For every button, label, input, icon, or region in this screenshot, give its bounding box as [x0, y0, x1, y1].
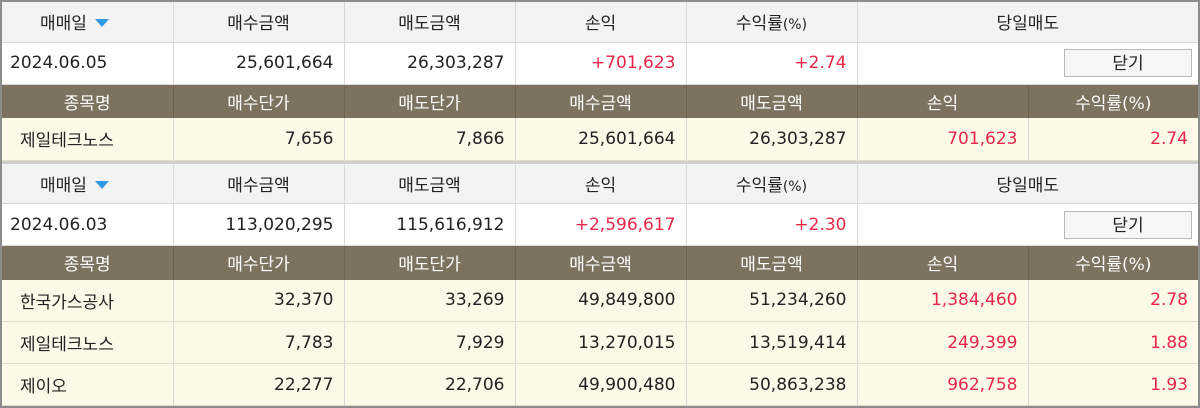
stock-name: 제일테크노스 — [2, 321, 174, 364]
buy-price: 7,783 — [173, 321, 345, 364]
trade-day-block: 매매일 매수금액 매도금액 손익 수익률(%) 당일매도 2024.06.05 … — [2, 2, 1198, 161]
trade-history-panel: 매매일 매수금액 매도금액 손익 수익률(%) 당일매도 2024.06.05 … — [0, 0, 1200, 408]
sell-amount-header: 매도금액 — [344, 163, 516, 204]
day-sell-header: 당일매도 — [857, 2, 1198, 43]
sort-trade-date-header[interactable]: 매매일 — [2, 2, 174, 43]
profit: 962,758 — [857, 363, 1029, 406]
col-buy-amount: 매수금액 — [515, 245, 687, 280]
col-sell-amount: 매도금액 — [686, 84, 858, 118]
sell-amount: 26,303,287 — [686, 118, 858, 161]
detail-header-row: 종목명 매수단가 매도단가 매수금액 매도금액 손익 수익률(%) — [2, 84, 1198, 118]
total-rate: +2.30 — [686, 203, 858, 246]
col-sell-amount: 매도금액 — [686, 245, 858, 280]
day-sell-header: 당일매도 — [857, 163, 1198, 204]
sell-amount: 50,863,238 — [686, 363, 858, 406]
sell-amount: 51,234,260 — [686, 279, 858, 322]
total-profit: +2,596,617 — [515, 203, 687, 246]
col-profit: 손익 — [857, 84, 1029, 118]
profit-header: 손익 — [515, 2, 687, 43]
trade-date: 2024.06.03 — [2, 203, 174, 246]
rate: 2.74 — [1028, 118, 1198, 161]
col-sell-price: 매도단가 — [344, 84, 516, 118]
trade-date-label: 매매일 — [40, 175, 87, 196]
table-row[interactable]: 제일테크노스 7,783 7,929 13,270,015 13,519,414… — [2, 321, 1198, 364]
col-profit: 손익 — [857, 245, 1029, 280]
trade-date-label: 매매일 — [40, 14, 87, 35]
table-row[interactable]: 한국가스공사 32,370 33,269 49,849,800 51,234,2… — [2, 279, 1198, 322]
rate: 1.88 — [1028, 321, 1198, 364]
sell-price: 7,929 — [344, 321, 516, 364]
total-profit: +701,623 — [515, 42, 687, 85]
total-sell-amount: 26,303,287 — [344, 42, 516, 85]
close-button[interactable]: 닫기 — [1064, 210, 1192, 239]
total-buy-amount: 25,601,664 — [173, 42, 345, 85]
sort-down-triangle-icon — [94, 19, 109, 28]
summary-row: 2024.06.03 113,020,295 115,616,912 +2,59… — [2, 203, 1198, 246]
summary-header-row: 매매일 매수금액 매도금액 손익 수익률(%) 당일매도 — [2, 163, 1198, 204]
total-sell-amount: 115,616,912 — [344, 203, 516, 246]
table-row[interactable]: 제이오 22,277 22,706 49,900,480 50,863,238 … — [2, 363, 1198, 406]
sort-trade-date-header[interactable]: 매매일 — [2, 163, 174, 204]
profit: 701,623 — [857, 118, 1029, 161]
col-buy-price: 매수단가 — [173, 84, 345, 118]
buy-amount-header: 매수금액 — [173, 2, 345, 43]
buy-price: 22,277 — [173, 363, 345, 406]
buy-amount: 49,900,480 — [515, 363, 687, 406]
close-button-cell: 닫기 — [857, 203, 1198, 246]
buy-amount-header: 매수금액 — [173, 163, 345, 204]
col-rate: 수익률(%) — [1075, 93, 1152, 114]
rate-header: 수익률(%) — [686, 2, 858, 43]
summary-row: 2024.06.05 25,601,664 26,303,287 +701,62… — [2, 42, 1198, 85]
close-button-cell: 닫기 — [857, 42, 1198, 85]
sell-amount-header: 매도금액 — [344, 2, 516, 43]
total-buy-amount: 113,020,295 — [173, 203, 345, 246]
col-buy-amount: 매수금액 — [515, 84, 687, 118]
rate: 1.93 — [1028, 363, 1198, 406]
rate: 2.78 — [1028, 279, 1198, 322]
buy-amount: 25,601,664 — [515, 118, 687, 161]
sell-amount: 13,519,414 — [686, 321, 858, 364]
trade-date: 2024.06.05 — [2, 42, 174, 85]
rate-unit: (%) — [782, 17, 808, 34]
buy-price: 32,370 — [173, 279, 345, 322]
buy-amount: 49,849,800 — [515, 279, 687, 322]
total-rate: +2.74 — [686, 42, 858, 85]
col-stock-name: 종목명 — [2, 84, 174, 118]
profit: 249,399 — [857, 321, 1029, 364]
trade-day-block: 매매일 매수금액 매도금액 손익 수익률(%) 당일매도 2024.06.03 … — [2, 163, 1198, 406]
sell-price: 22,706 — [344, 363, 516, 406]
buy-price: 7,656 — [173, 118, 345, 161]
col-stock-name: 종목명 — [2, 245, 174, 280]
col-rate: 수익률(%) — [1075, 255, 1152, 276]
close-button[interactable]: 닫기 — [1064, 49, 1192, 77]
rate-header: 수익률(%) — [686, 163, 858, 204]
detail-header-row: 종목명 매수단가 매도단가 매수금액 매도금액 손익 수익률(%) — [2, 245, 1198, 280]
buy-amount: 13,270,015 — [515, 321, 687, 364]
sort-down-triangle-icon — [94, 180, 109, 189]
rate-unit: (%) — [782, 178, 808, 195]
col-buy-price: 매수단가 — [173, 245, 345, 280]
sell-price: 33,269 — [344, 279, 516, 322]
sell-price: 7,866 — [344, 118, 516, 161]
profit: 1,384,460 — [857, 279, 1029, 322]
stock-name: 한국가스공사 — [2, 279, 174, 322]
table-row[interactable]: 제일테크노스 7,656 7,866 25,601,664 26,303,287… — [2, 118, 1198, 161]
col-sell-price: 매도단가 — [344, 245, 516, 280]
stock-name: 제일테크노스 — [2, 118, 174, 161]
rate-label: 수익률 — [735, 14, 783, 35]
profit-header: 손익 — [515, 163, 687, 204]
summary-header-row: 매매일 매수금액 매도금액 손익 수익률(%) 당일매도 — [2, 2, 1198, 43]
rate-label: 수익률 — [735, 175, 783, 196]
stock-name: 제이오 — [2, 363, 174, 406]
